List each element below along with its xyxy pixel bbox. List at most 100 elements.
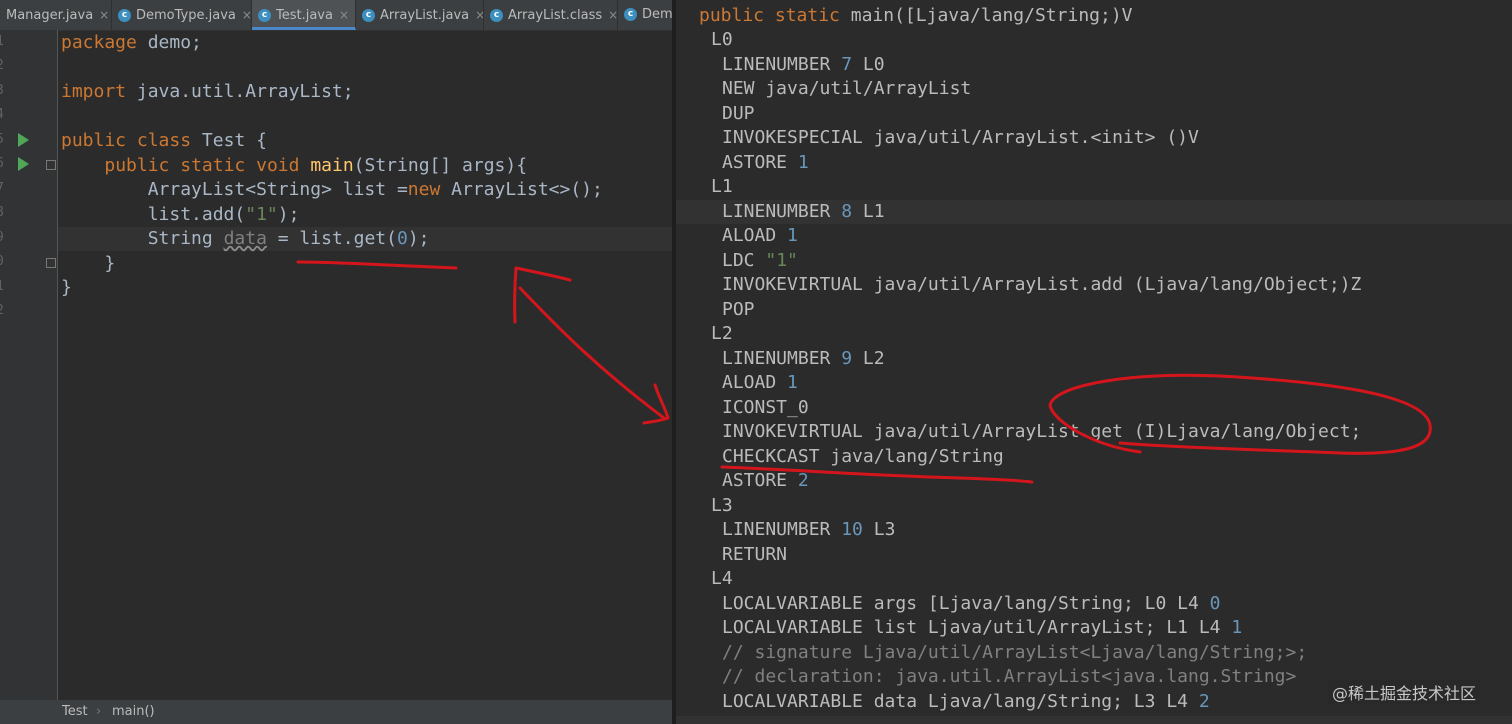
number-literal: 7 [841, 54, 853, 75]
tab-test-java[interactable]: c Test.java × [252, 0, 356, 30]
code-line-6[interactable]: public static void main(String[] args){ [61, 154, 527, 178]
line-number-gutter [0, 30, 58, 700]
bytecode-instruction: ICONST_0 [722, 397, 809, 418]
tab-demo-truncated[interactable]: c Dem [618, 0, 672, 30]
fold-icon[interactable] [46, 160, 56, 170]
tab-demotype-java[interactable]: c DemoType.java × [112, 0, 252, 30]
number-literal: 2 [797, 470, 809, 491]
bytecode-comment: // signature Ljava/util/ArrayList<Ljava/… [722, 641, 1307, 665]
keyword: public [61, 130, 127, 151]
line-number: 0 [0, 254, 8, 269]
code-text: main([Ljava/lang/String;)V [839, 5, 1133, 26]
tab-arraylist-class[interactable]: c ArrayList.class × [484, 0, 618, 30]
fold-icon[interactable] [46, 258, 56, 268]
comment: // signature Ljava/util/ArrayList<Ljava/… [722, 642, 1308, 663]
bytecode-instruction: LINENUMBER 7 L0 [722, 53, 885, 77]
tab-label: DemoType.java [136, 8, 236, 23]
code-text: L2 [852, 348, 885, 369]
code-line-11[interactable]: } [61, 276, 72, 300]
opcode: LINENUMBER [722, 348, 842, 369]
close-icon[interactable]: × [608, 8, 617, 22]
number-literal: 2 [1198, 691, 1210, 712]
watermark: @稀土掘金技术社区 [1328, 680, 1481, 704]
bytecode-checkcast: CHECKCAST java/lang/String [722, 446, 1004, 467]
bytecode-viewer-pane[interactable]: public static main([Ljava/lang/String;)V… [676, 0, 1512, 724]
tab-label: Dem [642, 7, 672, 22]
code-line-8[interactable]: list.add("1"); [61, 203, 300, 227]
opcode: LINENUMBER [722, 519, 842, 540]
close-icon[interactable]: × [242, 8, 251, 22]
breadcrumb-item-test[interactable]: Test [62, 700, 88, 724]
breadcrumb-item-main[interactable]: main() [112, 700, 155, 724]
line-number: 1 [0, 34, 8, 49]
code-line-10[interactable]: } [61, 252, 115, 276]
opcode: ASTORE [722, 470, 798, 491]
code-line-5[interactable]: public class Test { [61, 129, 267, 153]
code-text: L1 [852, 201, 885, 222]
method-name: main [310, 155, 354, 176]
line-highlight [676, 716, 1512, 724]
tab-label: ArrayList.class [508, 8, 603, 23]
bytecode-instruction: ASTORE 1 [722, 151, 809, 175]
code-text: ArrayList<>(); [440, 179, 603, 200]
run-main-icon[interactable] [18, 157, 29, 171]
editor-tab-bar: Manager.java × c DemoType.java × c Test.java… [0, 0, 672, 31]
bytecode-instruction: LINENUMBER 8 L1 [722, 200, 885, 224]
number-literal: 1 [787, 372, 798, 393]
code-text: LOCALVARIABLE list Ljava/util/ArrayList;… [722, 617, 1232, 638]
line-number: 9 [0, 230, 8, 245]
bytecode-instruction: DUP [722, 103, 755, 124]
local-variable: LOCALVARIABLE data Ljava/lang/String; L3… [722, 690, 1210, 714]
number-literal: 1 [787, 225, 798, 246]
bytecode-method-signature: public static main([Ljava/lang/String;)V [699, 4, 1133, 28]
keyword: import [61, 81, 127, 102]
opcode: ALOAD [722, 225, 788, 246]
line-number: 2 [0, 303, 8, 318]
opcode: ALOAD [722, 372, 788, 393]
bytecode-instruction: LINENUMBER 9 L2 [722, 347, 885, 371]
java-class-icon: c [624, 8, 637, 21]
code-text: demo; [136, 32, 202, 53]
code-line-1[interactable]: package demo; [61, 31, 202, 55]
breadcrumb: Test › main() [0, 700, 672, 724]
close-icon[interactable]: × [339, 8, 349, 22]
opcode: LDC [722, 250, 766, 271]
java-class-icon: c [258, 9, 271, 22]
breadcrumb-separator: › [96, 704, 102, 719]
code-text: java.util.ArrayList; [126, 81, 354, 102]
bytecode-invoke-get: INVOKEVIRTUAL java/util/ArrayList.get (I… [722, 421, 1362, 442]
code-text: LOCALVARIABLE data Ljava/lang/String; L3… [722, 691, 1199, 712]
bytecode-instruction: ALOAD 1 [722, 371, 798, 395]
code-text: = list.get( [266, 228, 397, 249]
bytecode-instruction: ASTORE 2 [722, 469, 809, 493]
run-class-icon[interactable] [18, 133, 29, 147]
line-number: 7 [0, 181, 8, 196]
java-class-icon: c [118, 9, 131, 22]
label-l0: L0 [711, 29, 733, 50]
number-literal: 9 [841, 348, 853, 369]
bytecode-instruction: LDC "1" [722, 249, 798, 273]
line-number: 6 [0, 156, 8, 171]
line-number: 4 [0, 107, 8, 122]
label-l2: L2 [711, 323, 733, 344]
java-class-icon: c [490, 9, 503, 22]
close-icon[interactable]: × [99, 8, 109, 22]
close-icon[interactable]: × [475, 8, 483, 22]
local-variable: LOCALVARIABLE args [Ljava/lang/String; L… [722, 592, 1221, 616]
tab-arraylist-java[interactable]: c ArrayList.java × [356, 0, 484, 30]
bytecode-instruction: INVOKEVIRTUAL java/util/ArrayList.add (L… [722, 274, 1362, 295]
code-text: L3 [862, 519, 896, 540]
java-editor-pane[interactable]: Manager.java × c DemoType.java × c Test.java… [0, 0, 672, 724]
code-line-9[interactable]: String data = list.get(0); [61, 227, 430, 251]
unused-variable: data [223, 228, 267, 249]
tab-label: ArrayList.java [380, 8, 470, 23]
code-line-7[interactable]: ArrayList<String> list =new ArrayList<>(… [61, 178, 603, 202]
code-text: Test { [191, 130, 267, 151]
bytecode-instruction: INVOKESPECIAL java/util/ArrayList.<init>… [722, 127, 1199, 148]
code-line-3[interactable]: import java.util.ArrayList; [61, 80, 354, 104]
tab-manager-java[interactable]: Manager.java × [0, 0, 112, 30]
opcode: LINENUMBER [722, 54, 842, 75]
bytecode-instruction: POP [722, 299, 755, 320]
keyword: package [61, 32, 137, 53]
